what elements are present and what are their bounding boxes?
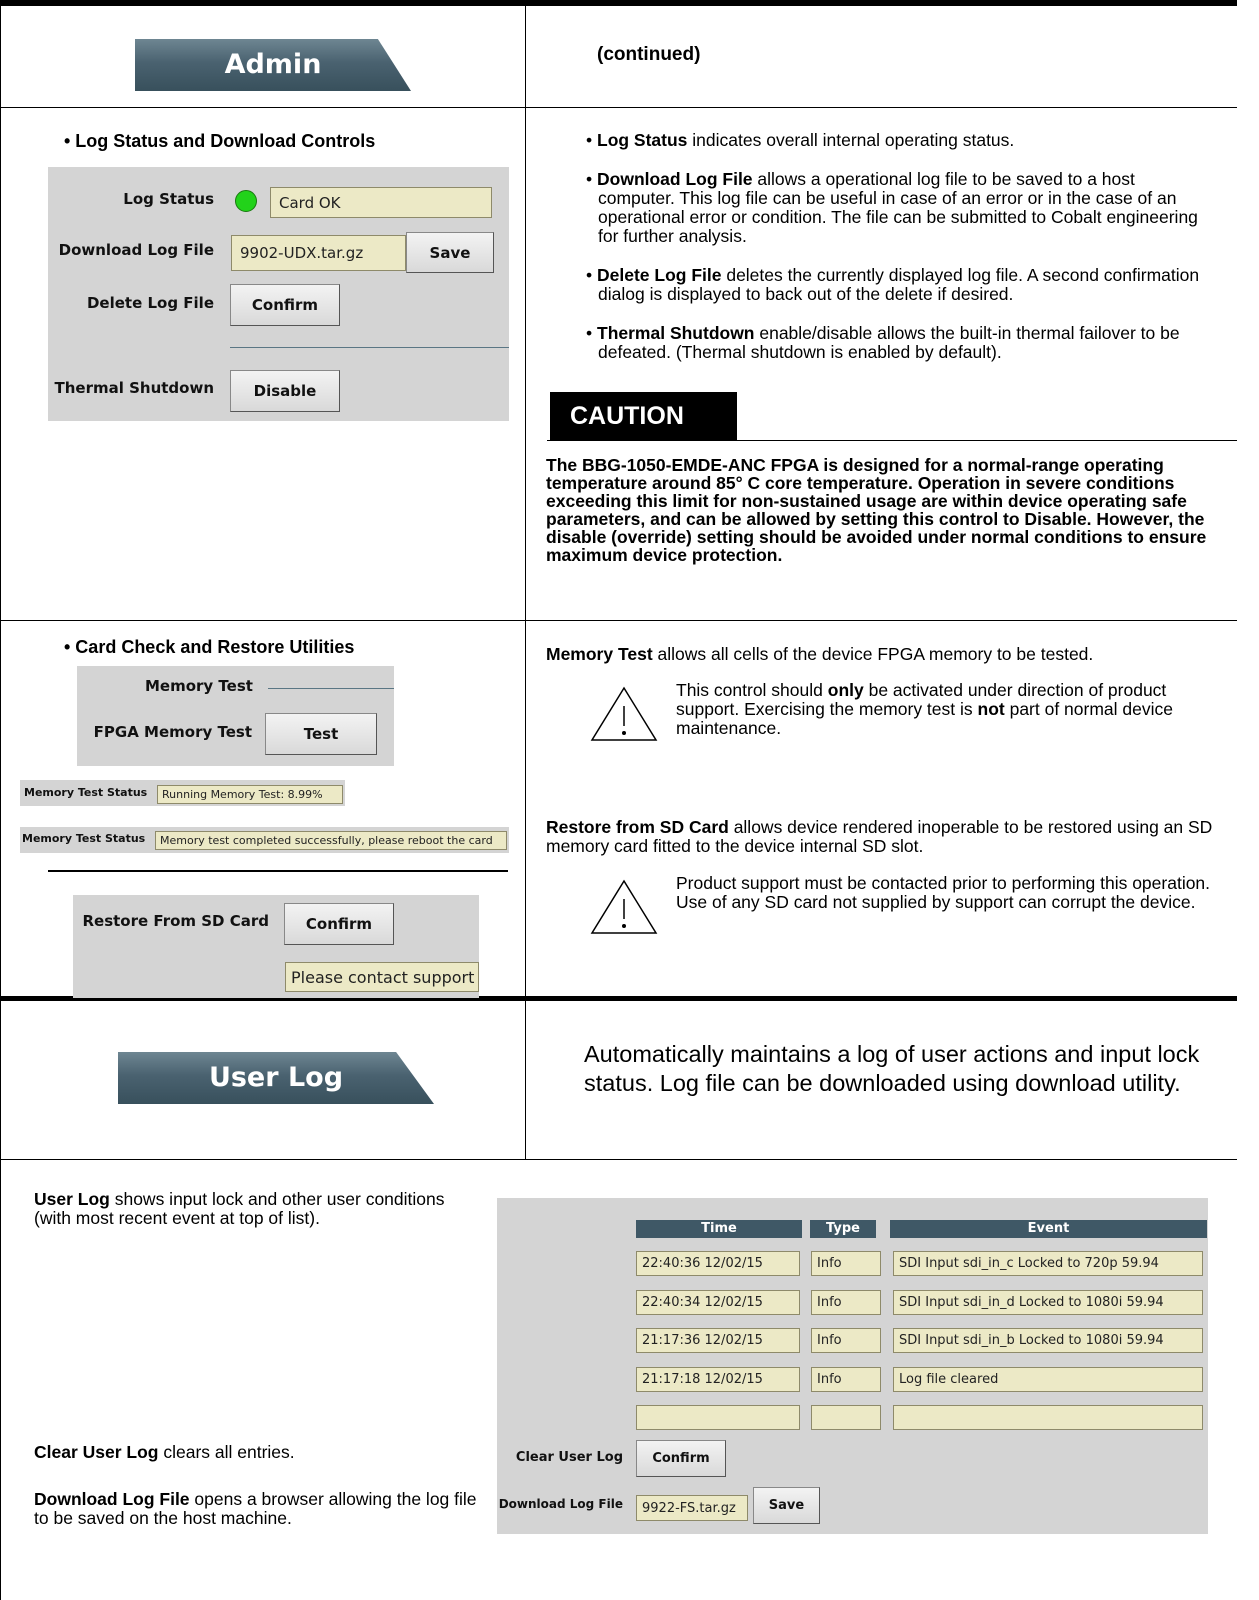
- download-log-field[interactable]: 9902-UDX.tar.gz: [231, 235, 406, 271]
- caution-badge: CAUTION: [550, 392, 737, 440]
- column-divider: [525, 0, 526, 1160]
- download-log-file-desc: Download Log File opens a browser allowi…: [34, 1489, 477, 1528]
- memory-test-group-label: Memory Test: [145, 677, 253, 695]
- restore-confirm-button[interactable]: Confirm: [284, 903, 394, 945]
- log-controls-panel: Log Status Card OK Download Log File 990…: [48, 167, 509, 421]
- memory-test-desc: Memory Test allows all cells of the devi…: [546, 644, 1094, 664]
- user-log-tab: User Log: [118, 1052, 434, 1104]
- type-cell: [811, 1405, 881, 1430]
- left-rule: [0, 0, 1, 1600]
- continued-label: (continued): [597, 44, 701, 65]
- memory-status-done: Memory test completed successfully, plea…: [155, 831, 507, 850]
- type-cell: Info: [811, 1328, 881, 1353]
- download-log-desc: • Download Log File allows a operational…: [586, 169, 1198, 246]
- row-rule-2: [0, 620, 1237, 621]
- download-log-label: Download Log File: [58, 241, 214, 259]
- thermal-shutdown-label: Thermal Shutdown: [54, 379, 214, 397]
- memory-test-panel: Memory Test FPGA Memory Test Test: [77, 666, 394, 766]
- admin-tab: Admin: [135, 39, 411, 91]
- type-cell: Info: [811, 1251, 881, 1276]
- warning-icon: [590, 879, 658, 934]
- event-cell: SDI Input sdi_in_d Locked to 1080i 59.94: [893, 1290, 1203, 1315]
- type-cell: Info: [811, 1290, 881, 1315]
- save-log-button[interactable]: Save: [406, 232, 494, 273]
- event-cell: Log file cleared: [893, 1367, 1203, 1392]
- row-rule-4: [0, 1159, 1237, 1160]
- user-log-panel: Time Type Event 22:40:36 12/02/15 Info S…: [497, 1198, 1208, 1534]
- clear-user-log-label: Clear User Log: [515, 1450, 623, 1465]
- restore-status-field: Please contact support: [285, 962, 479, 992]
- admin-tab-label: Admin: [224, 49, 322, 80]
- status-strip-done: Memory Test Status Memory test completed…: [20, 827, 509, 853]
- test-button[interactable]: Test: [265, 713, 377, 755]
- delete-log-desc: • Delete Log File deletes the currently …: [586, 265, 1200, 304]
- download-save-button[interactable]: Save: [753, 1487, 820, 1524]
- event-cell: [893, 1405, 1203, 1430]
- restore-sd-desc: Restore from SD Card allows device rende…: [546, 817, 1213, 856]
- log-status-label: Log Status: [123, 190, 214, 208]
- user-log-tab-label: User Log: [208, 1062, 344, 1093]
- time-cell: 21:17:18 12/02/15: [636, 1367, 800, 1392]
- status-strip-running: Memory Test Status Running Memory Test: …: [20, 780, 345, 806]
- restore-panel: Restore From SD Card Confirm Please cont…: [73, 895, 479, 998]
- table-header-event: Event: [890, 1220, 1207, 1238]
- time-cell: 22:40:34 12/02/15: [636, 1290, 800, 1315]
- type-cell: Info: [811, 1367, 881, 1392]
- group-divider: [268, 688, 394, 689]
- time-cell: 21:17:36 12/02/15: [636, 1328, 800, 1353]
- thermal-disable-button[interactable]: Disable: [230, 370, 340, 412]
- time-cell: [636, 1405, 800, 1430]
- download-log-file-field[interactable]: 9922-FS.tar.gz: [636, 1495, 748, 1521]
- table-header-time: Time: [636, 1220, 802, 1238]
- restore-sd-label: Restore From SD Card: [82, 912, 269, 930]
- delete-log-label: Delete Log File: [86, 294, 214, 312]
- caution-rule: [547, 440, 1237, 441]
- memory-status-running: Running Memory Test: 8.99%: [157, 785, 343, 804]
- warning-icon: [590, 686, 658, 741]
- event-cell: SDI Input sdi_in_b Locked to 1080i 59.94: [893, 1328, 1203, 1353]
- row-rule-1: [0, 107, 1237, 108]
- caution-label: CAUTION: [570, 401, 684, 430]
- status-led-icon: [235, 190, 257, 212]
- log-section-heading: • Log Status and Download Controls: [64, 131, 376, 151]
- delete-confirm-button[interactable]: Confirm: [230, 284, 340, 326]
- log-status-field: Card OK: [270, 187, 492, 218]
- clear-log-confirm-button[interactable]: Confirm: [636, 1440, 726, 1477]
- memory-status-label: Memory Test Status: [24, 786, 148, 799]
- thermal-shutdown-desc: • Thermal Shutdown enable/disable allows…: [586, 323, 1180, 362]
- user-log-summary: Automatically maintains a log of user ac…: [584, 1041, 1200, 1096]
- caution-text: The BBG-1050-EMDE-ANC FPGA is designed f…: [546, 455, 1207, 565]
- top-rule: [0, 0, 1237, 6]
- clear-user-log-desc: Clear User Log clears all entries.: [34, 1442, 295, 1462]
- fpga-memory-test-label: FPGA Memory Test: [93, 723, 252, 741]
- log-status-desc: • Log Status indicates overall internal …: [586, 130, 1015, 150]
- memory-status-label: Memory Test Status: [22, 832, 146, 845]
- user-log-desc: User Log shows input lock and other user…: [34, 1189, 445, 1228]
- memory-test-note: This control should only be activated un…: [676, 680, 1173, 738]
- card-section-rule: [48, 870, 508, 872]
- time-cell: 22:40:36 12/02/15: [636, 1251, 800, 1276]
- event-cell: SDI Input sdi_in_c Locked to 720p 59.94: [893, 1251, 1203, 1276]
- download-log-file-label: Download Log File: [498, 1497, 623, 1511]
- table-header-type: Type: [810, 1220, 876, 1238]
- card-section-heading: • Card Check and Restore Utilities: [64, 637, 355, 657]
- restore-sd-note: Product support must be contacted prior …: [676, 873, 1211, 912]
- divider: [230, 347, 509, 348]
